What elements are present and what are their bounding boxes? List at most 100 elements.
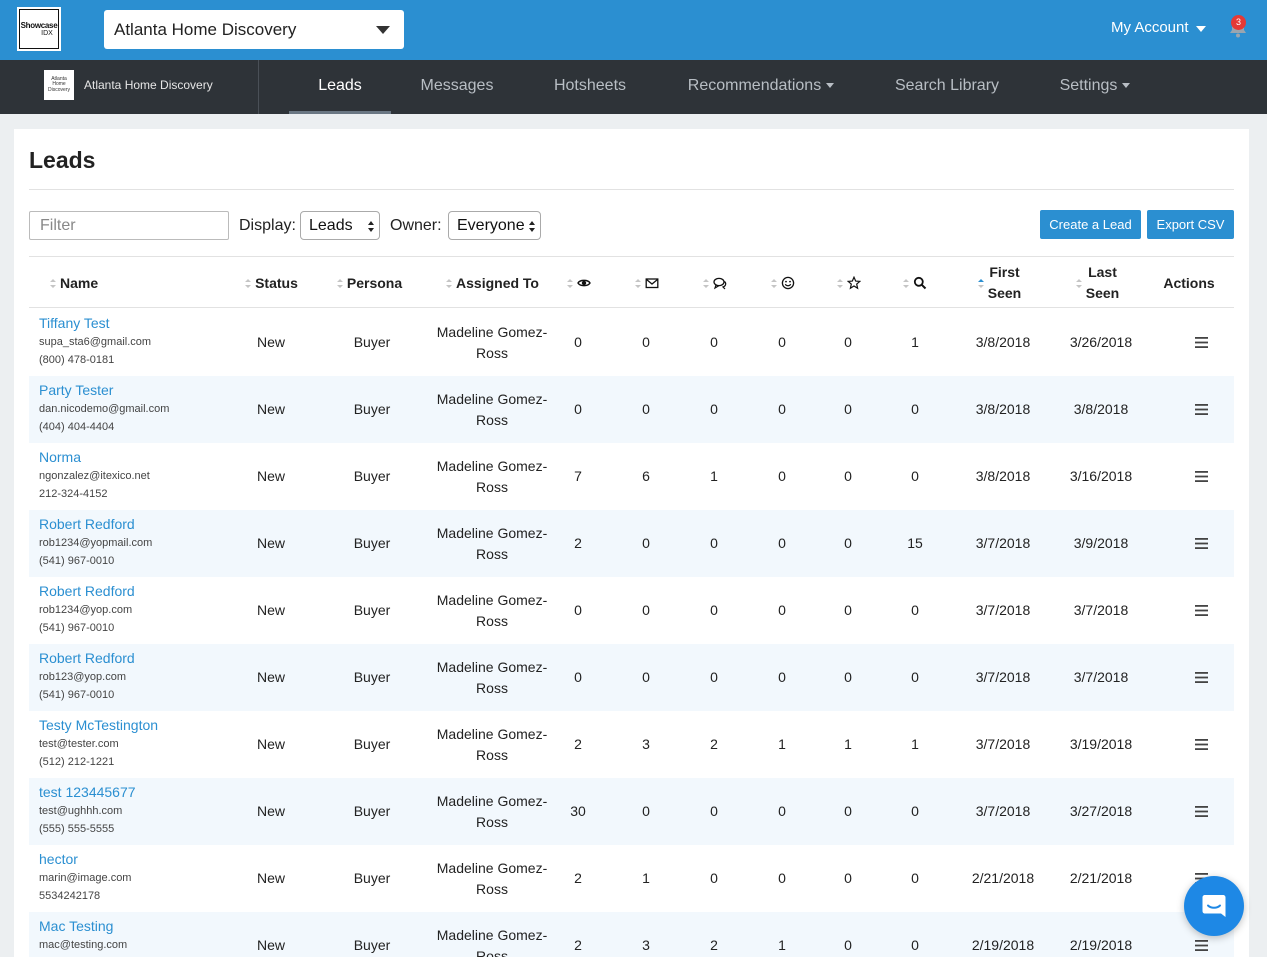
lead-smiles: 0 <box>778 602 786 618</box>
lead-name-link[interactable]: Robert Redford <box>39 583 135 604</box>
nav-hotsheets[interactable]: Hotsheets <box>540 60 640 114</box>
row-actions-button[interactable] <box>1181 510 1221 577</box>
lead-email: ngonzalez@itexico.net <box>39 470 150 482</box>
row-actions-button[interactable] <box>1181 376 1221 443</box>
lead-persona: Buyer <box>353 736 391 752</box>
header-assigned-to[interactable]: Assigned To <box>429 257 555 309</box>
lead-last-seen: 3/8/2018 <box>1073 401 1129 417</box>
nav-search-library[interactable]: Search Library <box>884 60 1010 114</box>
hamburger-menu-icon <box>1194 404 1208 415</box>
lead-name-link[interactable]: Party Tester <box>39 382 169 403</box>
row-actions-button[interactable] <box>1181 443 1221 510</box>
display-select[interactable]: Leads <box>300 211 380 240</box>
nav-recommendations[interactable]: Recommendations <box>680 60 842 114</box>
lead-smiles: 1 <box>778 736 786 752</box>
site-selector-value: Atlanta Home Discovery <box>114 19 297 39</box>
nav-leads[interactable]: Leads <box>289 60 391 114</box>
lead-smiles: 0 <box>778 401 786 417</box>
header-status[interactable]: Status <box>226 257 316 309</box>
header-searches[interactable] <box>889 257 939 309</box>
lead-name-link[interactable]: Testy McTestington <box>39 717 158 738</box>
lead-stars: 0 <box>844 602 852 618</box>
table-row: test 123445677 test@ughhh.com (555) 555-… <box>29 778 1234 845</box>
lead-email: rob1234@yopmail.com <box>39 537 153 549</box>
lead-contact: Party Tester dan.nicodemo@gmail.com (404… <box>39 382 169 439</box>
sort-icon <box>836 278 843 288</box>
lead-stars: 0 <box>844 468 852 484</box>
leads-panel: Leads Display: Leads Owner: Everyone Cre… <box>14 129 1249 957</box>
lead-emails: 0 <box>642 602 650 618</box>
header-smiles[interactable] <box>757 257 807 309</box>
lead-searches: 15 <box>907 535 923 551</box>
owner-select[interactable]: Everyone <box>448 211 541 240</box>
lead-name-link[interactable]: Tiffany Test <box>39 315 151 336</box>
header-persona[interactable]: Persona <box>324 257 414 309</box>
lead-phone: (555) 555-5555 <box>39 823 115 835</box>
lead-searches: 1 <box>911 736 919 752</box>
lead-emails: 1 <box>642 870 650 886</box>
lead-status: New <box>256 803 285 819</box>
notifications-button[interactable]: 3 <box>1227 15 1249 39</box>
lead-phone: (541) 967-0010 <box>39 555 115 567</box>
lead-searches: 0 <box>911 468 919 484</box>
filter-input[interactable] <box>29 211 229 240</box>
lead-name-link[interactable]: Robert Redford <box>39 516 152 537</box>
lead-last-seen: 3/16/2018 <box>1069 468 1133 484</box>
title-divider <box>29 189 1234 190</box>
header-chats[interactable] <box>689 257 739 309</box>
hamburger-menu-icon <box>1194 471 1208 482</box>
lead-status: New <box>256 602 285 618</box>
header-last-seen[interactable]: Last Seen <box>1062 257 1132 309</box>
header-views[interactable] <box>553 257 603 309</box>
lead-persona: Buyer <box>353 468 391 484</box>
site-selector[interactable]: Atlanta Home Discovery <box>104 10 404 49</box>
create-lead-button[interactable]: Create a Lead <box>1040 210 1141 239</box>
table-row: Party Tester dan.nicodemo@gmail.com (404… <box>29 376 1234 443</box>
header-name[interactable]: Name <box>49 257 109 309</box>
lead-views: 0 <box>574 401 582 417</box>
table-row: Robert Redford rob123@yop.com (541) 967-… <box>29 644 1234 711</box>
header-first-seen[interactable]: First Seen <box>964 257 1034 309</box>
row-actions-button[interactable] <box>1181 577 1221 644</box>
header-stars[interactable] <box>823 257 873 309</box>
nav-settings[interactable]: Settings <box>1050 60 1140 114</box>
lead-name-link[interactable]: Norma <box>39 449 150 470</box>
lead-searches: 0 <box>911 401 919 417</box>
row-actions-button[interactable] <box>1181 644 1221 711</box>
hamburger-menu-icon <box>1194 605 1208 616</box>
table-row: Robert Redford rob1234@yop.com (541) 967… <box>29 577 1234 644</box>
row-actions-button[interactable] <box>1181 711 1221 778</box>
lead-status: New <box>256 736 285 752</box>
brand[interactable]: Atlanta Home Discovery Atlanta Home Disc… <box>44 70 213 100</box>
nav-messages[interactable]: Messages <box>410 60 504 114</box>
row-actions-button[interactable] <box>1181 309 1221 376</box>
top-bar: Showcase IDX Atlanta Home Discovery My A… <box>0 0 1267 60</box>
export-csv-button[interactable]: Export CSV <box>1147 210 1234 239</box>
chat-launcher-button[interactable] <box>1184 876 1244 936</box>
lead-emails: 3 <box>642 937 650 953</box>
owner-label: Owner: <box>390 217 442 234</box>
lead-first-seen: 3/7/2018 <box>975 736 1031 752</box>
lead-last-seen: 3/19/2018 <box>1069 736 1133 752</box>
lead-status: New <box>256 870 285 886</box>
lead-name-link[interactable]: Robert Redford <box>39 650 135 671</box>
lead-name-link[interactable]: Mac Testing <box>39 918 127 939</box>
hamburger-menu-icon <box>1194 940 1208 951</box>
header-emails[interactable] <box>621 257 671 309</box>
sort-icon <box>1075 278 1082 288</box>
lead-emails: 0 <box>642 535 650 551</box>
lead-emails: 0 <box>642 401 650 417</box>
lead-stars: 0 <box>844 803 852 819</box>
lead-email: test@ughhh.com <box>39 805 123 817</box>
envelope-icon <box>645 278 658 289</box>
smiley-icon <box>781 276 794 290</box>
lead-name-link[interactable]: test 123445677 <box>39 784 136 805</box>
lead-name-link[interactable]: hector <box>39 851 131 872</box>
hamburger-menu-icon <box>1194 672 1208 683</box>
row-actions-button[interactable] <box>1181 778 1221 845</box>
showcase-idx-logo[interactable]: Showcase IDX <box>19 9 59 49</box>
my-account-menu[interactable]: My Account <box>1111 19 1206 36</box>
header-actions: Actions <box>1163 274 1215 291</box>
lead-contact: Mac Testing mac@testing.com <box>39 918 127 957</box>
sort-icon <box>50 278 56 288</box>
